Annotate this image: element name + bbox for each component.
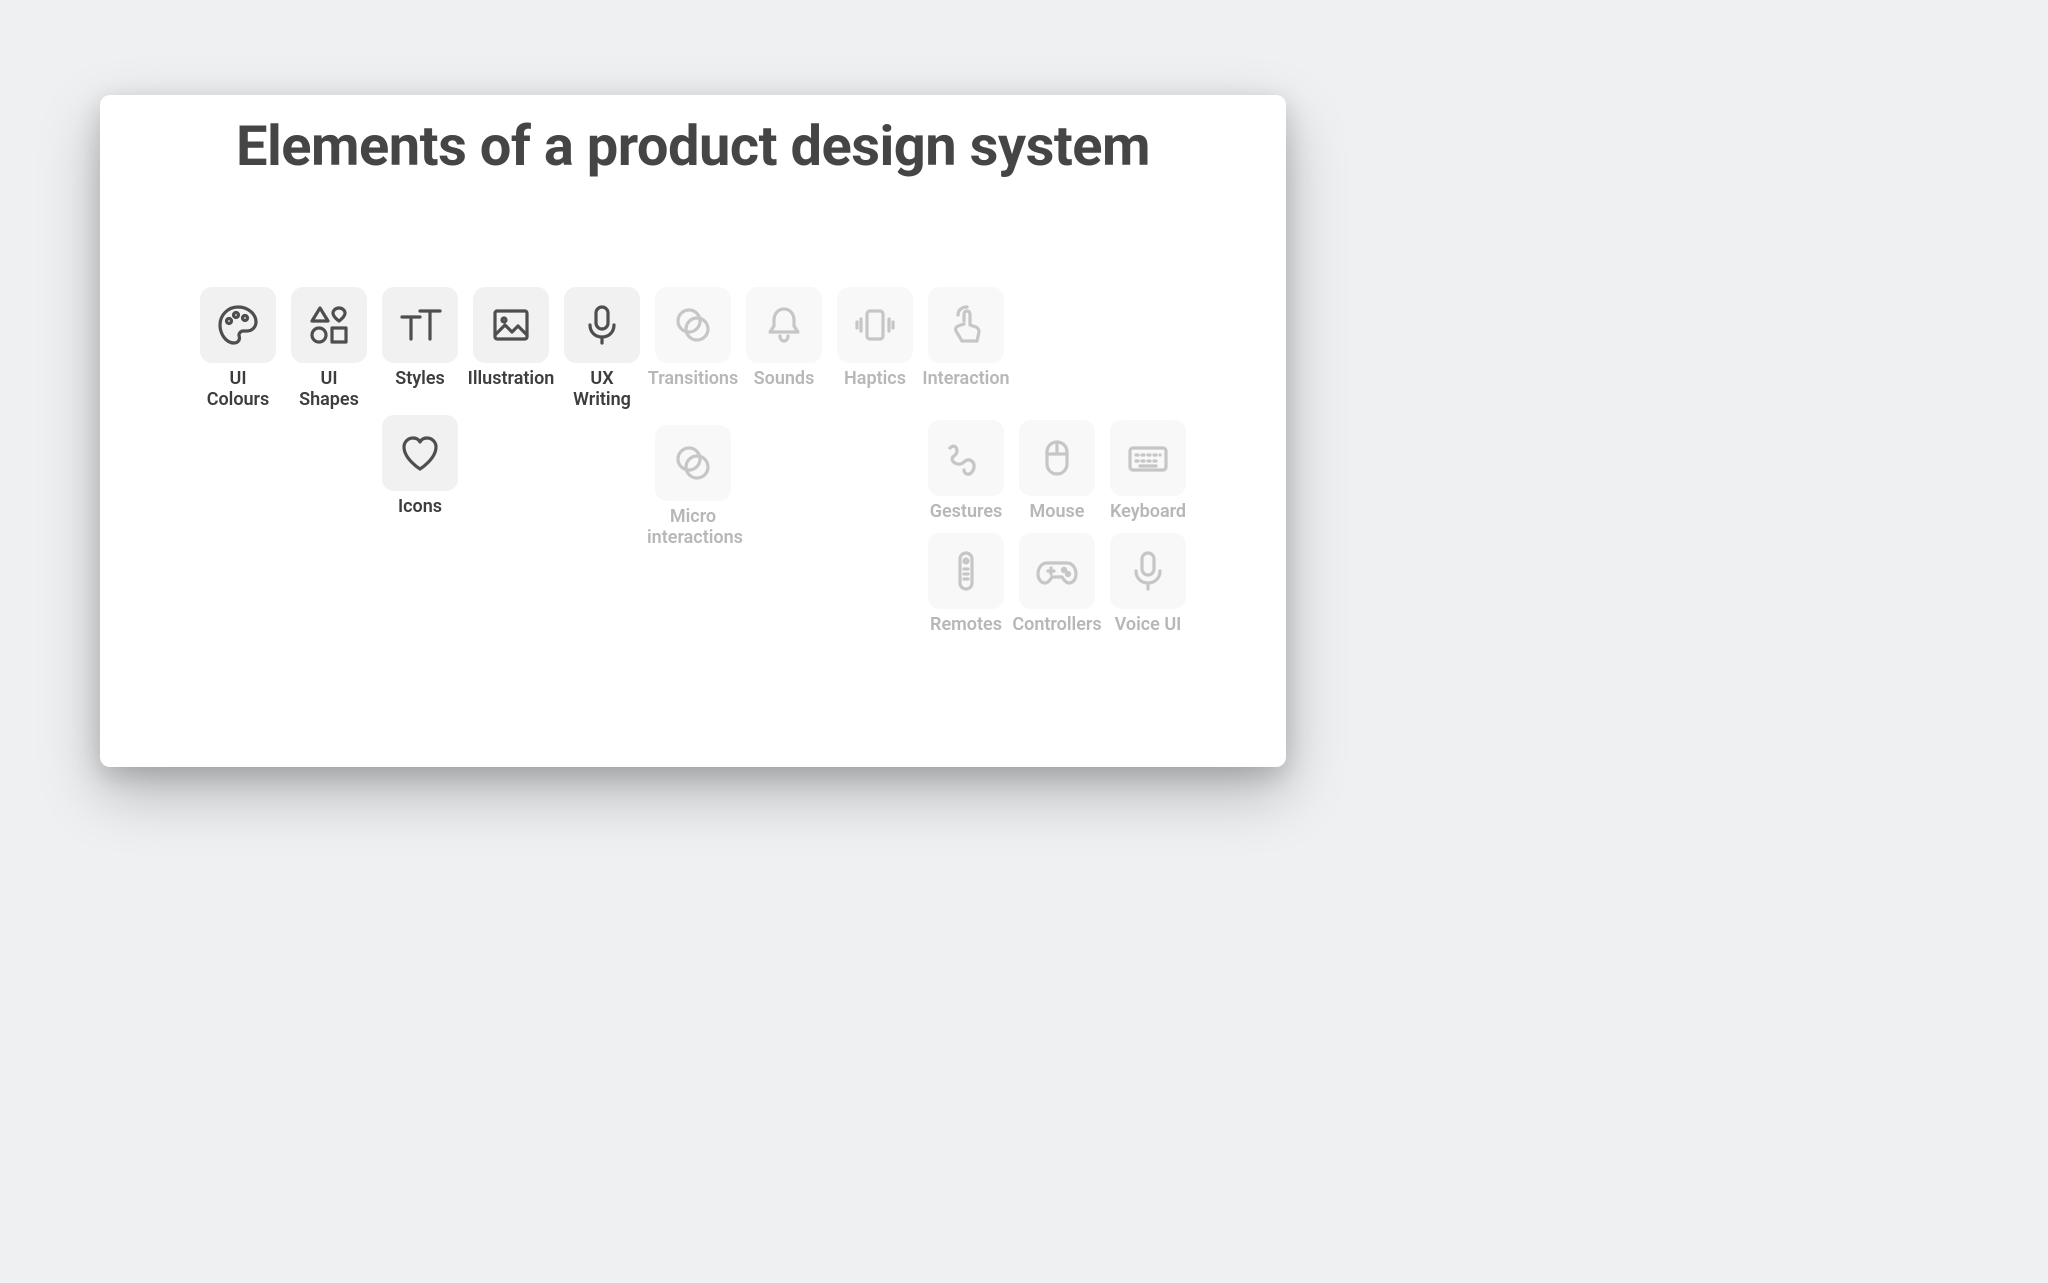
- bell-icon: [746, 287, 822, 363]
- item-micro-interactions: Microinteractions: [647, 425, 739, 548]
- item-label: Mouse: [1011, 502, 1103, 523]
- item-label: Controllers: [1011, 615, 1103, 636]
- item-gestures: Gestures: [920, 420, 1012, 523]
- item-haptics: Haptics: [829, 287, 921, 390]
- item-sounds: Sounds: [738, 287, 830, 390]
- item-label: UIColours: [192, 369, 284, 410]
- typography-icon: [382, 287, 458, 363]
- heart-icon: [382, 415, 458, 491]
- item-mouse: Mouse: [1011, 420, 1103, 523]
- slide-title: Elements of a product design system: [100, 113, 1286, 179]
- item-controllers: Controllers: [1011, 533, 1103, 636]
- microphone-icon: [1110, 533, 1186, 609]
- slide-card: Elements of a product design system UICo…: [100, 95, 1286, 767]
- shapes-icon: [291, 287, 367, 363]
- gamepad-icon: [1019, 533, 1095, 609]
- remote-icon: [928, 533, 1004, 609]
- item-ui-colours: UIColours: [192, 287, 284, 410]
- item-label: Illustration: [465, 369, 557, 390]
- item-keyboard: Keyboard: [1102, 420, 1194, 523]
- item-icons: Icons: [374, 415, 466, 518]
- item-label: Remotes: [920, 615, 1012, 636]
- item-label: Sounds: [738, 369, 830, 390]
- squiggle-icon: [928, 420, 1004, 496]
- blend-icon: [655, 425, 731, 501]
- image-icon: [473, 287, 549, 363]
- blend-icon: [655, 287, 731, 363]
- item-label: Interaction: [920, 369, 1012, 390]
- item-label: UIShapes: [283, 369, 375, 410]
- item-ux-writing: UXWriting: [556, 287, 648, 410]
- item-label: UXWriting: [556, 369, 648, 410]
- item-label: Gestures: [920, 502, 1012, 523]
- item-styles: Styles: [374, 287, 466, 390]
- item-label: Voice UI: [1102, 615, 1194, 636]
- item-label: Keyboard: [1102, 502, 1194, 523]
- item-label: Microinteractions: [647, 507, 739, 548]
- item-label: Styles: [374, 369, 466, 390]
- item-label: Haptics: [829, 369, 921, 390]
- keyboard-icon: [1110, 420, 1186, 496]
- item-transitions: Transitions: [647, 287, 739, 390]
- microphone-icon: [564, 287, 640, 363]
- vibrate-icon: [837, 287, 913, 363]
- item-ui-shapes: UIShapes: [283, 287, 375, 410]
- item-voice-ui: Voice UI: [1102, 533, 1194, 636]
- mouse-icon: [1019, 420, 1095, 496]
- palette-icon: [200, 287, 276, 363]
- tap-icon: [928, 287, 1004, 363]
- item-illustration: Illustration: [465, 287, 557, 390]
- item-interaction: Interaction: [920, 287, 1012, 390]
- item-label: Icons: [374, 497, 466, 518]
- item-label: Transitions: [647, 369, 739, 390]
- item-remotes: Remotes: [920, 533, 1012, 636]
